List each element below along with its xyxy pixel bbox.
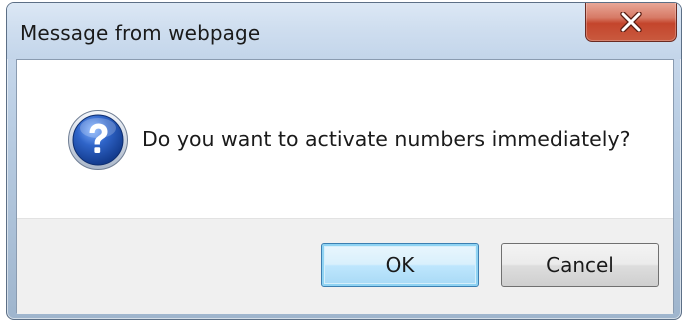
- message-dialog: Message from webpage Do you want to acti…: [6, 2, 682, 320]
- dialog-message: Do you want to activate numbers immediat…: [142, 127, 631, 151]
- message-area: Do you want to activate numbers immediat…: [17, 60, 673, 218]
- ok-button[interactable]: OK: [321, 243, 479, 287]
- dialog-title: Message from webpage: [20, 21, 261, 45]
- button-bar: OK Cancel: [17, 218, 673, 314]
- title-bar[interactable]: Message from webpage: [7, 3, 681, 59]
- question-icon: [68, 110, 128, 170]
- close-button[interactable]: [585, 3, 677, 42]
- cancel-button[interactable]: Cancel: [501, 243, 659, 287]
- dialog-body: Do you want to activate numbers immediat…: [16, 59, 674, 314]
- close-icon: [620, 11, 642, 32]
